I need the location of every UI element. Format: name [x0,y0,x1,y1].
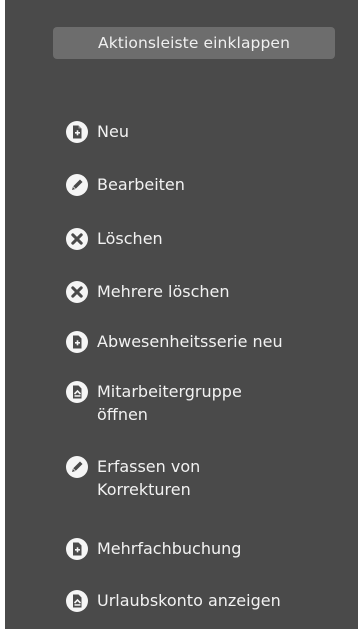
action-delete-multiple[interactable]: Mehrere löschen [65,280,355,304]
action-label: Urlaubskonto anzeigen [97,591,281,610]
collapse-action-bar-button[interactable]: Aktionsleiste einklappen [53,27,335,59]
pencil-icon [65,455,89,479]
action-record-corrections[interactable]: Erfassen von Korrekturen [65,455,355,501]
action-label: Neu [97,122,129,141]
delete-x-icon [65,280,89,304]
new-document-icon [65,330,89,354]
action-label: Mehrere löschen [97,282,230,301]
new-document-icon [65,120,89,144]
action-label: Mehrfachbuchung [97,539,242,558]
delete-x-icon [65,227,89,251]
action-edit[interactable]: Bearbeiten [65,173,355,197]
action-label: Erfassen von Korrekturen [97,457,201,499]
action-sidebar: Aktionsleiste einklappen Neu Bearbeiten [5,0,358,629]
action-label: Mitarbeitergruppe öffnen [97,382,242,424]
action-multi-booking[interactable]: Mehrfachbuchung [65,537,355,561]
action-show-vacation-account[interactable]: Urlaubskonto anzeigen [65,589,355,613]
action-label: Löschen [97,229,163,248]
action-new[interactable]: Neu [65,120,355,144]
new-document-icon [65,537,89,561]
action-label: Abwesenheitsserie neu [97,332,283,351]
pencil-icon [65,173,89,197]
action-delete[interactable]: Löschen [65,227,355,251]
open-document-icon [65,589,89,613]
open-document-icon [65,380,89,404]
action-open-employee-group[interactable]: Mitarbeitergruppe öffnen [65,380,355,426]
action-label: Bearbeiten [97,175,185,194]
action-absence-series-new[interactable]: Abwesenheitsserie neu [65,330,355,354]
